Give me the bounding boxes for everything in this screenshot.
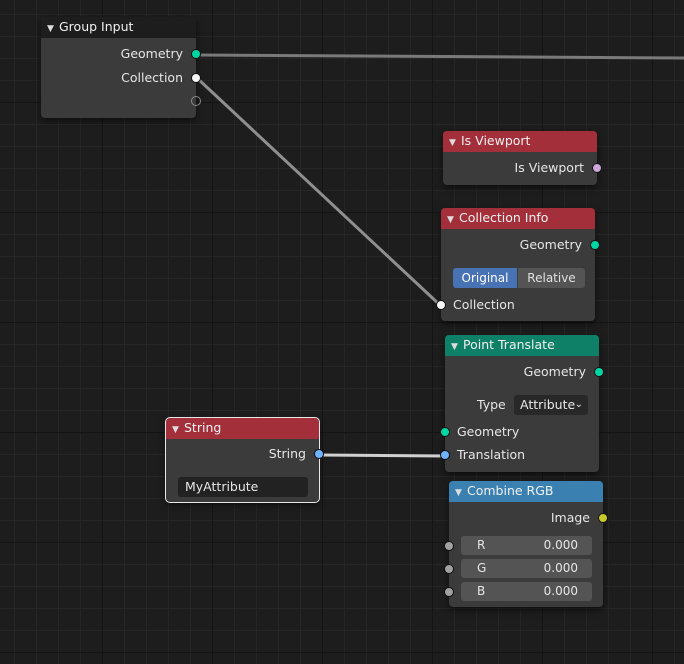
output-row-collection: Collection	[41, 68, 201, 88]
socket-label: Image	[550, 510, 590, 525]
string-socket[interactable]	[314, 449, 324, 459]
node-title: Point Translate	[463, 337, 555, 352]
output-row-empty	[41, 91, 201, 111]
collection-info-node[interactable]: ▼ Collection Info Geometry Original Relat…	[436, 208, 600, 321]
is-viewport-node[interactable]: ▼ Is Viewport Is Viewport	[443, 131, 602, 185]
collapse-icon[interactable]: ▼	[172, 420, 184, 440]
output-row-string: String	[166, 444, 324, 464]
input-row-collection: Collection	[436, 295, 595, 315]
boolean-socket[interactable]	[592, 163, 602, 173]
field-value: 0.000	[543, 538, 578, 552]
field-value: 0.000	[543, 584, 578, 598]
combine-rgb-node[interactable]: ▼ Combine RGB Image R 0.000 G 0.000 B 0.0…	[444, 481, 608, 607]
color-socket[interactable]	[598, 513, 608, 523]
string-node[interactable]: ▼ String String MyAttribute	[165, 417, 324, 503]
collapse-icon[interactable]: ▼	[451, 337, 463, 357]
string-header[interactable]: ▼ String	[166, 418, 319, 439]
point-translate-node[interactable]: ▼ Point Translate Geometry Type Attribute…	[440, 335, 604, 472]
node-title: Is Viewport	[461, 133, 531, 148]
input-row-geometry: Geometry	[440, 422, 599, 442]
original-option[interactable]: Original	[453, 268, 517, 288]
string-value-field[interactable]: MyAttribute	[178, 477, 308, 497]
field-value: 0.000	[543, 561, 578, 575]
output-row-is-viewport: Is Viewport	[443, 158, 602, 178]
is-viewport-header[interactable]: ▼ Is Viewport	[443, 131, 597, 152]
translation-socket[interactable]	[440, 450, 450, 460]
collapse-icon[interactable]: ▼	[47, 19, 59, 39]
link-collection-to-collection-info[interactable]	[195, 76, 443, 308]
socket-label: Geometry	[120, 46, 183, 61]
geometry-socket[interactable]	[594, 367, 604, 377]
transform-space-toggle: Original Relative	[453, 268, 585, 288]
socket-label: Collection	[121, 70, 183, 85]
node-title: String	[184, 420, 222, 435]
relative-option[interactable]: Relative	[518, 268, 585, 288]
field-label: G	[477, 561, 487, 575]
node-title: Group Input	[59, 19, 134, 34]
collapse-icon[interactable]: ▼	[449, 133, 461, 153]
collection-socket[interactable]	[191, 73, 201, 83]
field-label: R	[477, 538, 486, 552]
type-label: Type	[477, 397, 506, 412]
socket-label: Geometry	[457, 424, 520, 439]
field-label: B	[477, 584, 486, 598]
output-row-geometry: Geometry	[41, 44, 201, 64]
socket-label: Translation	[457, 447, 526, 462]
link-string-to-translation[interactable]	[320, 453, 445, 458]
g-field[interactable]: G 0.000	[461, 559, 592, 578]
collection-info-header[interactable]: ▼ Collection Info	[441, 208, 595, 229]
geometry-socket[interactable]	[590, 240, 600, 250]
combine-rgb-header[interactable]: ▼ Combine RGB	[449, 481, 603, 502]
socket-label: Is Viewport	[514, 160, 584, 175]
socket-label: String	[268, 446, 306, 461]
collapse-icon[interactable]: ▼	[455, 483, 467, 503]
empty-socket[interactable]	[191, 96, 201, 106]
socket-label: Geometry	[523, 364, 586, 379]
collapse-icon[interactable]: ▼	[447, 210, 459, 230]
geometry-socket[interactable]	[191, 49, 201, 59]
input-row-translation: Translation	[440, 445, 599, 465]
socket-label: Geometry	[519, 237, 582, 252]
type-value: Attribute	[520, 397, 576, 412]
chevron-down-icon: ⌄	[574, 399, 583, 410]
b-field[interactable]: B 0.000	[461, 582, 592, 601]
output-row-image: Image	[449, 508, 608, 528]
b-socket[interactable]	[444, 587, 454, 597]
type-dropdown[interactable]: Attribute ⌄	[514, 395, 588, 415]
r-socket[interactable]	[444, 541, 454, 551]
output-row-geometry: Geometry	[441, 235, 600, 255]
point-translate-header[interactable]: ▼ Point Translate	[445, 335, 599, 356]
group-input-header[interactable]: ▼ Group Input	[41, 17, 196, 38]
collection-socket[interactable]	[436, 300, 446, 310]
node-title: Collection Info	[459, 210, 549, 225]
socket-label: Collection	[453, 297, 515, 312]
geometry-socket[interactable]	[440, 427, 450, 437]
g-socket[interactable]	[444, 564, 454, 574]
output-row-geometry: Geometry	[445, 362, 604, 382]
link-geometry-to-output[interactable]	[196, 53, 684, 60]
group-input-node[interactable]: ▼ Group Input Geometry Collection	[41, 17, 201, 118]
r-field[interactable]: R 0.000	[461, 536, 592, 555]
node-title: Combine RGB	[467, 483, 554, 498]
